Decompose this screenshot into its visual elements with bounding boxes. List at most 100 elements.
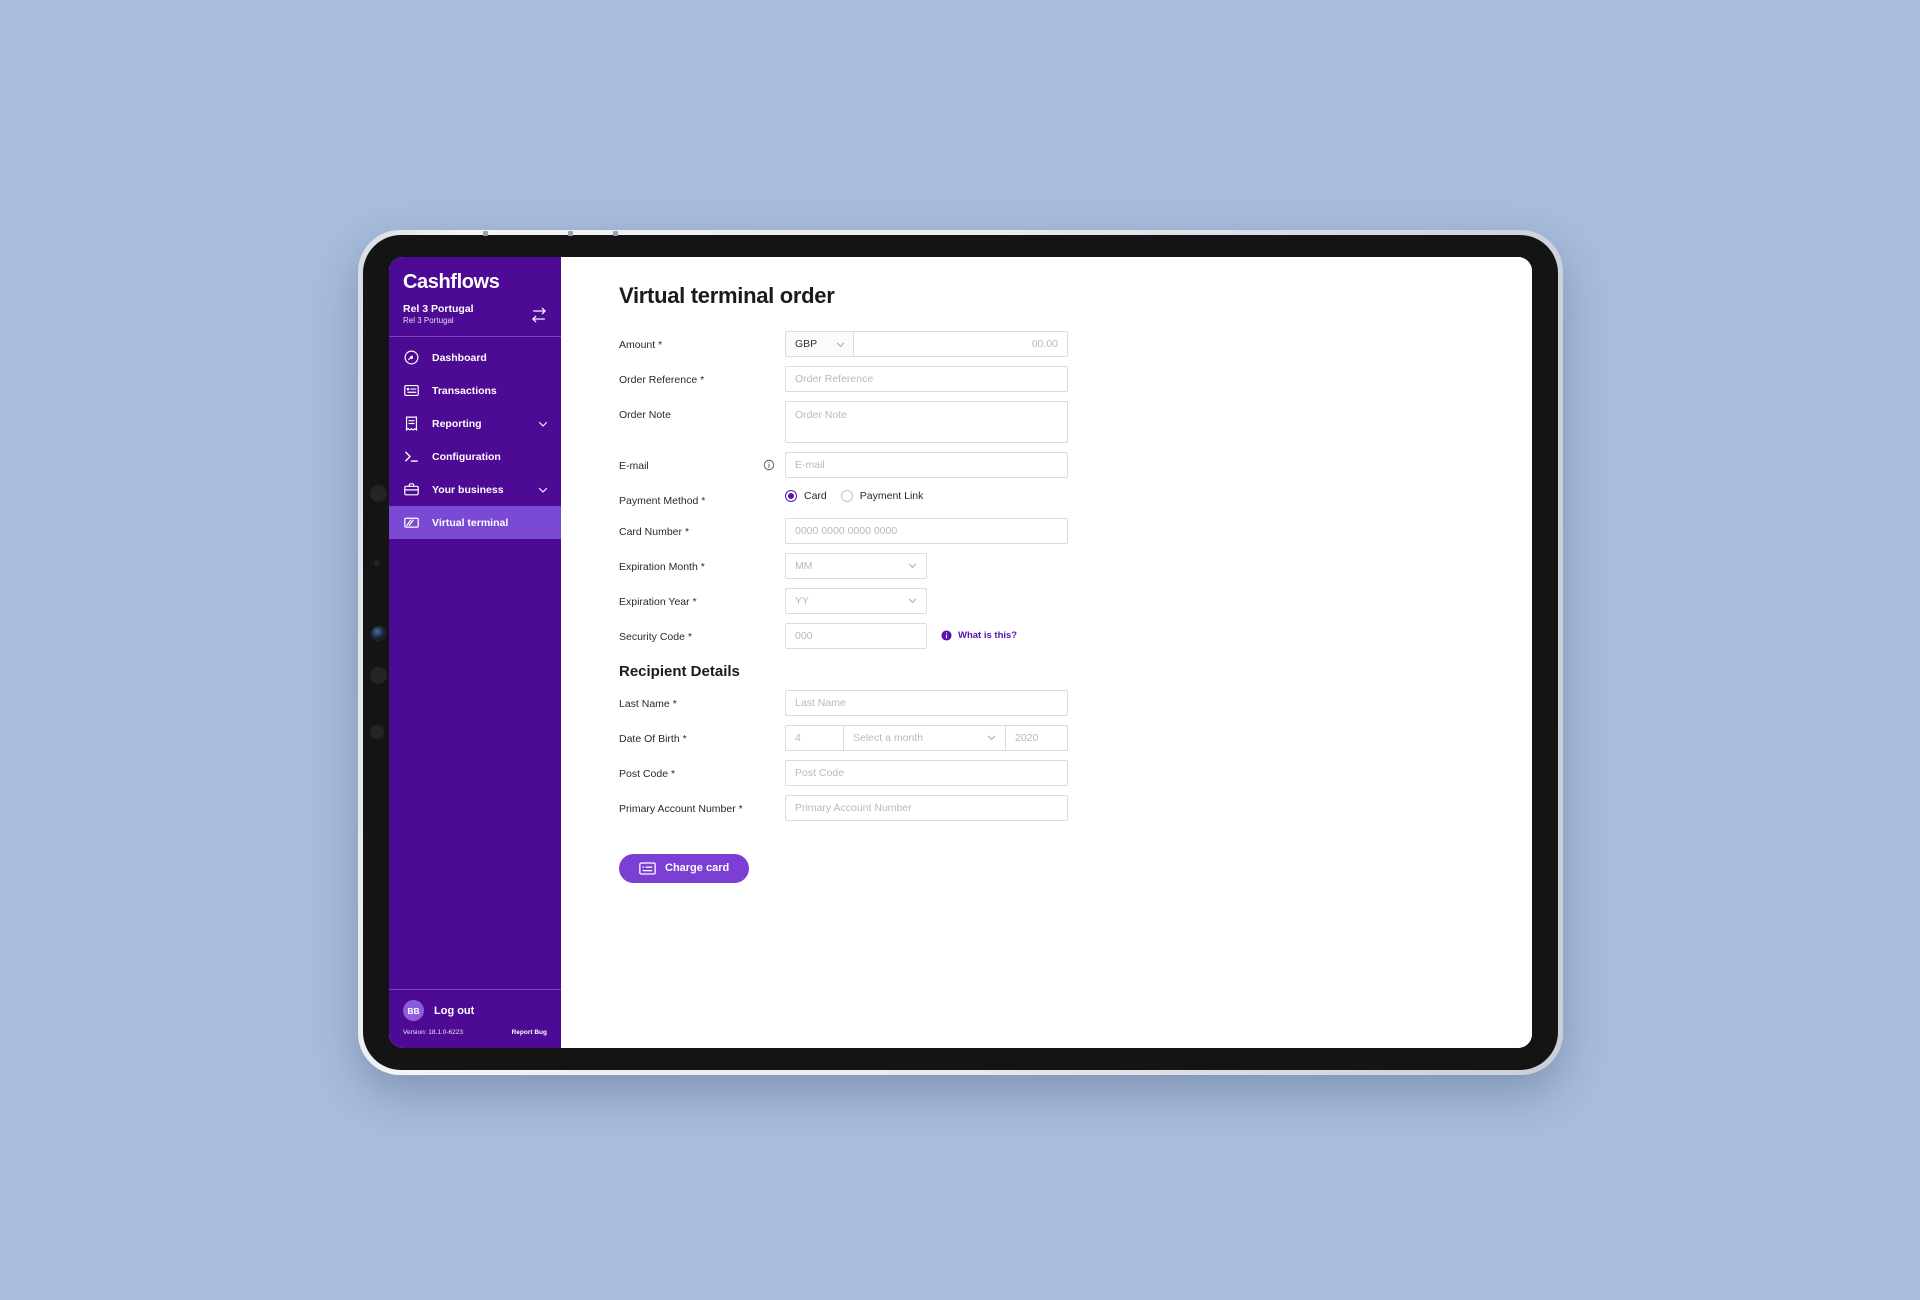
info-slot: [763, 588, 785, 595]
sidebar-item-label: Your business: [432, 483, 504, 496]
info-slot: [763, 795, 785, 802]
chevron-down-icon: [987, 735, 996, 741]
expiration-month-select[interactable]: MM: [785, 552, 927, 579]
date-of-birth-label: Date Of Birth *: [619, 732, 687, 745]
org-switcher[interactable]: Rel 3 Portugal Rel 3 Portugal: [389, 293, 561, 338]
org-name-primary: Rel 3 Portugal: [403, 303, 474, 315]
post-code-input[interactable]: [785, 759, 1068, 786]
primary-account-number-label: Primary Account Number *: [619, 802, 743, 815]
info-slot: [763, 331, 785, 338]
expiration-month-label: Expiration Month *: [619, 560, 705, 573]
primary-account-number-input[interactable]: [785, 794, 1068, 821]
expiration-year-value: YY: [795, 594, 810, 607]
sidebar-item-virtual-terminal[interactable]: Virtual terminal: [389, 506, 561, 540]
last-name-label: Last Name *: [619, 697, 677, 710]
form-row-order-reference: Order Reference *: [619, 366, 1532, 392]
camera-icon: [372, 627, 385, 640]
dob-month-value: Select a month: [853, 731, 924, 744]
email-label: E-mail: [619, 460, 649, 472]
form-row-amount: Amount * GBP: [619, 331, 1532, 357]
radio-option-payment-link[interactable]: Payment Link: [840, 490, 930, 502]
card-icon: [639, 862, 656, 875]
last-name-input[interactable]: [785, 689, 1068, 716]
order-reference-label: Order Reference *: [619, 374, 705, 386]
sidebar-item-reporting[interactable]: Reporting: [389, 407, 561, 440]
payment-method-label: Payment Method *: [619, 495, 706, 507]
sidebar-item-dashboard[interactable]: Dashboard: [389, 341, 561, 374]
sidebar-item-your-business[interactable]: Your business: [389, 473, 561, 506]
radio-indicator[interactable]: [840, 490, 853, 502]
receipt-icon: [405, 416, 418, 432]
brand-logo: Cashflows: [403, 271, 500, 293]
amount-input[interactable]: [853, 331, 1068, 357]
amount-field-area: GBP: [785, 331, 1068, 357]
date-of-birth-field-area: Select a month: [785, 724, 1068, 751]
speaker-dot: [370, 725, 384, 739]
tablet-screen: Cashflows Rel 3 Portugal Rel 3 Portugal: [389, 257, 1532, 1048]
logout-label: Log out: [434, 1004, 475, 1017]
card-number-input[interactable]: [785, 517, 1068, 544]
expiration-month-field-area: MM: [785, 552, 927, 579]
radio-indicator[interactable]: [785, 490, 797, 502]
sidebar-item-transactions[interactable]: Transactions: [389, 374, 561, 407]
version-text: Version: 18.1.0-6223: [403, 1029, 463, 1036]
sidebar-item-configuration[interactable]: Configuration: [389, 440, 561, 473]
sidebar-item-label: Reporting: [432, 417, 482, 430]
security-code-input[interactable]: [785, 622, 927, 649]
avatar: BB: [403, 1000, 424, 1021]
card-number-field-area: [785, 517, 1068, 544]
briefcase-icon: [404, 483, 419, 496]
dob-year-input[interactable]: [1006, 724, 1068, 751]
main-content: Virtual terminal order Amount * GBP 00.0…: [561, 257, 1532, 1048]
chevron-down-icon: [538, 421, 548, 427]
info-slot: [763, 760, 785, 767]
chevron-down-icon: [908, 563, 917, 569]
what-is-this-link[interactable]: What is this?: [941, 630, 1017, 641]
post-code-field-area: [785, 759, 1068, 786]
radio-option-card[interactable]: Card: [785, 490, 833, 502]
sensor-dot: [374, 560, 380, 566]
order-reference-field-area: [785, 366, 1068, 392]
sidebar-footer: BB Log out Version: 18.1.0-6223 Report B…: [389, 989, 561, 1048]
radio-label: Payment Link: [859, 490, 924, 502]
dob-month-select[interactable]: Select a month: [843, 724, 1006, 751]
chevron-down-icon: [538, 487, 548, 493]
security-code-label: Security Code *: [619, 630, 692, 643]
expiration-year-select[interactable]: YY: [785, 587, 927, 614]
card-number-label: Card Number *: [619, 525, 690, 538]
brand-block: Cashflows: [389, 257, 561, 293]
email-field[interactable]: [785, 452, 1068, 478]
expiration-month-value: MM: [795, 559, 813, 572]
last-name-field-area: [785, 689, 1068, 716]
info-slot: [763, 452, 785, 471]
order-note-input[interactable]: [785, 401, 1068, 443]
dob-day-input[interactable]: [785, 724, 843, 751]
antenna-line: [568, 231, 573, 236]
sidebar-item-label: Virtual terminal: [432, 516, 509, 529]
charge-card-button[interactable]: Charge card: [619, 853, 750, 883]
form-row-email: E-mail: [619, 452, 1532, 478]
expiration-year-label: Expiration Year *: [619, 595, 697, 608]
logout-button[interactable]: BB Log out: [389, 990, 561, 1027]
email-field-area: [785, 452, 1068, 478]
security-code-field-area: What is this?: [785, 622, 1017, 649]
info-slot: [763, 401, 785, 408]
sidebar-item-label: Transactions: [432, 384, 497, 397]
form-row-date-of-birth: Date Of Birth * Select a month: [619, 724, 1532, 751]
swap-arrows-icon: [532, 307, 546, 322]
chevron-down-icon: [836, 342, 845, 347]
footer-meta: Version: 18.1.0-6223 Report Bug: [389, 1027, 561, 1048]
payment-method-radio-group: Card Payment Link: [785, 487, 929, 502]
card-list-icon: [404, 385, 419, 397]
report-bug-link[interactable]: Report Bug: [512, 1029, 547, 1036]
currency-select[interactable]: GBP: [785, 331, 853, 357]
info-circle-icon[interactable]: [763, 459, 775, 471]
order-note-label: Order Note: [619, 409, 671, 421]
org-name-secondary: Rel 3 Portugal: [403, 316, 454, 326]
antenna-line: [613, 231, 618, 236]
form-row-post-code: Post Code *: [619, 759, 1532, 786]
tablet-device: Cashflows Rel 3 Portugal Rel 3 Portugal: [358, 230, 1563, 1075]
page-title: Virtual terminal order: [619, 283, 835, 308]
order-reference-input[interactable]: [785, 366, 1068, 392]
info-slot: [763, 518, 785, 525]
